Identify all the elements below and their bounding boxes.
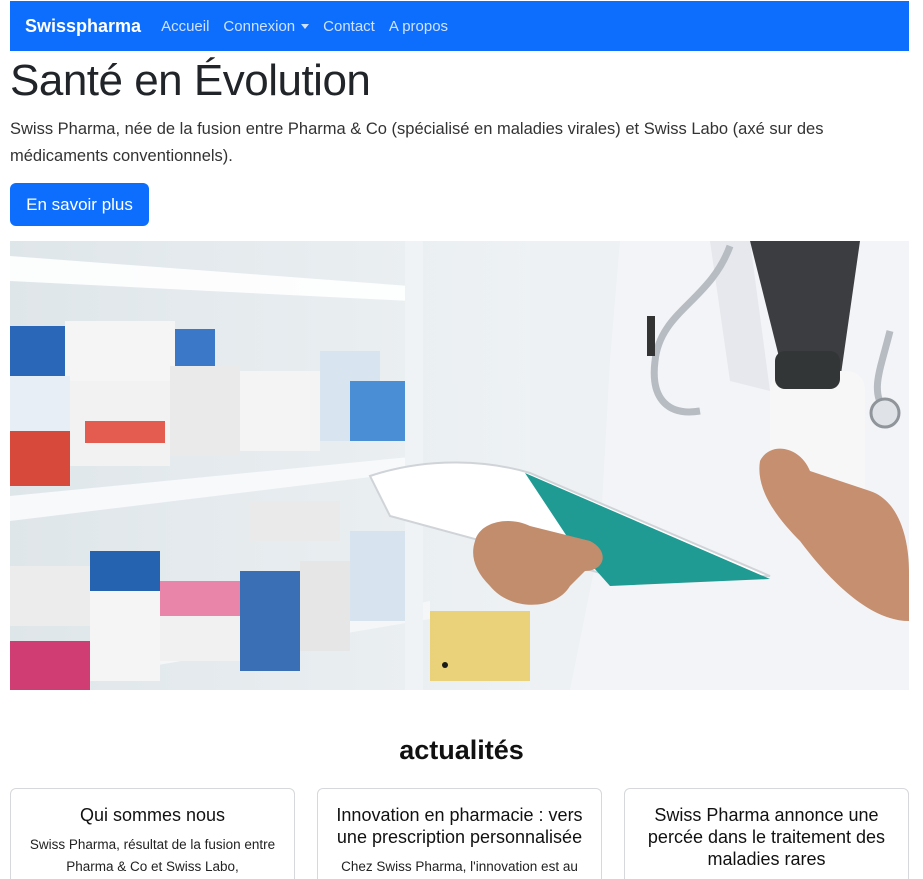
hero-title: Santé en Évolution — [10, 56, 371, 105]
nav-link-connexion-label: Connexion — [223, 17, 296, 35]
news-title: actualités — [399, 735, 524, 765]
brand-logo[interactable]: Swisspharma — [25, 16, 141, 37]
navbar: Swisspharma Accueil Connexion Contact A … — [10, 1, 909, 51]
nav-dropdown-connexion[interactable]: Connexion — [223, 17, 310, 35]
news-card-title: Swiss Pharma annonce une percée dans le … — [647, 805, 886, 869]
carousel-image — [10, 241, 909, 690]
news-card[interactable]: Qui sommes nous Swiss Pharma, résultat d… — [10, 788, 295, 879]
nav-link-contact[interactable]: Contact — [323, 18, 375, 35]
carousel-indicator — [442, 662, 448, 668]
nav-link-accueil[interactable]: Accueil — [161, 18, 209, 35]
carousel[interactable] — [10, 241, 909, 690]
news-card[interactable]: Swiss Pharma annonce une percée dans le … — [624, 788, 909, 879]
news-card-text: Swiss Pharma, résultat de la fusion entr… — [29, 837, 276, 874]
news-card[interactable]: Innovation en pharmacie : vers une presc… — [317, 788, 602, 879]
news-card-title: Qui sommes nous — [79, 805, 226, 825]
news-card-title: Innovation en pharmacie : vers une presc… — [336, 805, 583, 847]
learn-more-button[interactable]: En savoir plus — [10, 183, 149, 226]
hero-text: Swiss Pharma, née de la fusion entre Pha… — [10, 120, 824, 165]
nav-link-a-propos[interactable]: A propos — [389, 18, 448, 35]
chevron-down-icon — [301, 23, 310, 29]
news-card-text: Chez Swiss Pharma, l'innovation est au — [341, 859, 578, 874]
